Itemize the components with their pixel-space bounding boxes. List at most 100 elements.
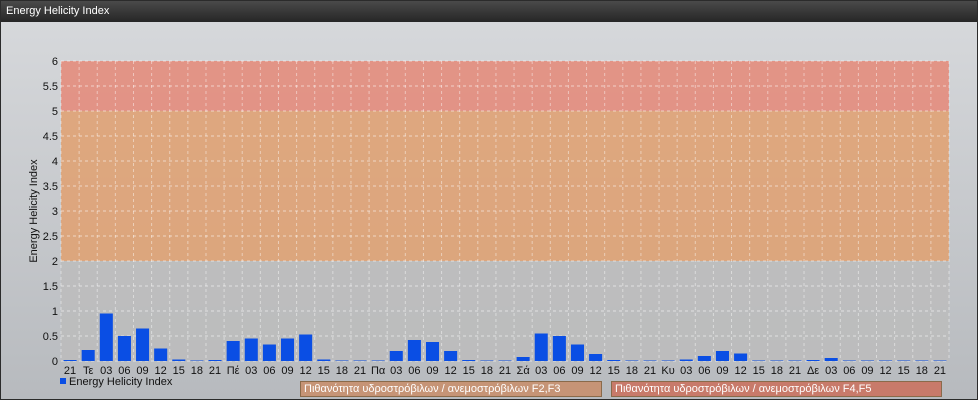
bar-38[interactable] — [752, 360, 766, 362]
x-tick-label: 09 — [861, 365, 873, 377]
y-tick-label: 4.5 — [43, 131, 58, 143]
x-tick-label: 15 — [898, 365, 910, 377]
bar-45[interactable] — [879, 360, 893, 362]
x-tick-label: 09 — [281, 365, 293, 377]
bar-40[interactable] — [788, 360, 802, 362]
x-tick-label: 21 — [644, 365, 656, 377]
y-tick-labels: 0 0.5 1 1.5 2 2.5 3 3.5 4 4.5 5 5.5 6 — [43, 56, 58, 368]
bar-25[interactable] — [516, 357, 530, 361]
x-tick-label: 18 — [481, 365, 493, 377]
x-tick-label: 18 — [336, 365, 348, 377]
bar-43[interactable] — [842, 360, 856, 362]
bar-32[interactable] — [643, 360, 657, 362]
y-tick-label: 0.5 — [43, 331, 58, 343]
bar-11[interactable] — [262, 344, 276, 362]
y-axis-label: Energy Helicity Index — [28, 159, 40, 263]
bar-8[interactable] — [208, 360, 222, 361]
x-tick-label: 06 — [553, 365, 565, 377]
y-tick-label: 1 — [52, 306, 58, 318]
bar-21[interactable] — [444, 351, 458, 361]
x-tick-label: 03 — [825, 365, 837, 377]
x-tick-label: 18 — [191, 365, 203, 377]
y-tick-label: 2 — [52, 256, 58, 268]
bar-27[interactable] — [552, 336, 566, 361]
legend-swatch — [60, 378, 66, 384]
x-tick-label: 18 — [916, 365, 928, 377]
y-tick-label: 5 — [52, 106, 58, 118]
bar-28[interactable] — [570, 344, 585, 362]
x-tick-label: 09 — [716, 365, 728, 377]
bar-46[interactable] — [897, 360, 911, 362]
bar-19[interactable] — [407, 340, 421, 361]
x-tick-label: 06 — [843, 365, 855, 377]
x-tick-label: 21 — [354, 365, 366, 377]
y-tick-label: 6 — [52, 56, 58, 68]
bar-5[interactable] — [154, 348, 168, 362]
bar-36[interactable] — [715, 351, 729, 361]
bar-17[interactable] — [371, 360, 385, 362]
bar-20[interactable] — [425, 342, 440, 361]
x-tick-label: 15 — [753, 365, 765, 377]
bar-26[interactable] — [534, 333, 548, 362]
chart-svg: 00.511.522.533.544.555.56 21 Τε 03 06 09 12 15… — [28, 56, 950, 377]
bar-35[interactable] — [697, 356, 711, 361]
bar-4[interactable] — [136, 328, 150, 362]
x-tick-label: Κυ — [661, 365, 674, 377]
band-label-f2f3: Πιθανότητα υδροστρόβιλων / ανεμοστρόβιλω… — [300, 381, 602, 397]
x-tick-label: 06 — [698, 365, 710, 377]
bar-39[interactable] — [770, 360, 784, 362]
x-tick-label: 21 — [499, 365, 511, 377]
legend-label: Energy Helicity Index — [69, 376, 173, 388]
bar-37[interactable] — [734, 353, 748, 362]
x-tick-label: 15 — [173, 365, 185, 377]
x-tick-label: Σά — [517, 365, 531, 377]
x-tick-label: 21 — [789, 365, 801, 377]
x-tick-label: 03 — [680, 365, 692, 377]
x-tick-label: Πέ — [227, 365, 240, 377]
bar-9[interactable] — [226, 341, 240, 361]
x-tick-label: 12 — [879, 365, 891, 377]
bar-24[interactable] — [498, 360, 512, 362]
y-tick-label: 3.5 — [43, 181, 58, 193]
x-tick-label: 09 — [571, 365, 583, 377]
bar-1[interactable] — [81, 350, 95, 361]
x-tick-label: Πα — [371, 365, 386, 377]
bar-23[interactable] — [480, 360, 494, 362]
bar-3[interactable] — [117, 336, 131, 361]
bar-34[interactable] — [679, 359, 693, 362]
y-tick-label: 5.5 — [43, 81, 58, 93]
x-tick-label: 03 — [535, 365, 547, 377]
bar-18[interactable] — [389, 351, 403, 361]
bar-6[interactable] — [172, 359, 186, 362]
bar-30[interactable] — [607, 360, 621, 361]
x-tick-label: 15 — [463, 365, 475, 377]
bar-13[interactable] — [299, 334, 313, 362]
bar-7[interactable] — [190, 360, 204, 362]
bar-48[interactable] — [933, 360, 947, 362]
x-tick-label: Δε — [807, 365, 819, 377]
x-tick-label: 21 — [934, 365, 946, 377]
bar-12[interactable] — [281, 338, 295, 362]
bar-42[interactable] — [824, 358, 838, 361]
x-tick-labels: 21 Τε 03 06 09 12 15 18 21 Πέ 03 06 09 12 15 18 21 Πα 03 06… — [64, 365, 946, 377]
legend[interactable]: Energy Helicity Index — [60, 376, 172, 388]
x-tick-label: 15 — [608, 365, 620, 377]
bar-16[interactable] — [353, 360, 367, 362]
bar-15[interactable] — [335, 360, 349, 362]
bar-22[interactable] — [462, 360, 476, 361]
y-tick-label: 4 — [52, 156, 58, 168]
bar-41[interactable] — [806, 360, 820, 361]
y-tick-label: 3 — [52, 206, 58, 218]
y-tick-label: 2.5 — [43, 231, 58, 243]
x-tick-label: 12 — [300, 365, 312, 377]
bar-0[interactable] — [63, 360, 77, 361]
bar-2[interactable] — [99, 313, 113, 362]
bar-29[interactable] — [589, 354, 603, 361]
bar-47[interactable] — [915, 360, 929, 362]
bar-33[interactable] — [661, 360, 675, 362]
bar-44[interactable] — [860, 360, 874, 362]
bar-14[interactable] — [317, 359, 331, 362]
bar-31[interactable] — [625, 360, 639, 362]
chart-widget: Energy Helicity Index 0 0.5 1 1.5 2 2.5 3 3.5 4 4… — [0, 0, 978, 400]
bar-10[interactable] — [244, 338, 258, 362]
